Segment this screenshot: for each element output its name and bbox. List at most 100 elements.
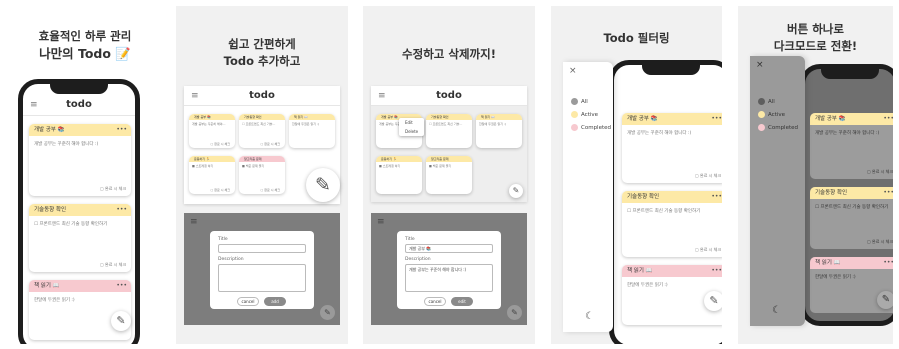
menu-icon[interactable]: ≡ <box>190 217 198 227</box>
caption-line-1: 버튼 하나로 <box>787 22 844 36</box>
filter-active-dot <box>758 111 765 118</box>
close-icon[interactable]: × <box>756 60 764 70</box>
app-title: todo <box>436 90 462 101</box>
filter-all-dot <box>571 98 578 105</box>
filter-active-label: Active <box>581 112 599 118</box>
more-icon[interactable]: ••• <box>116 124 127 136</box>
title-label: Title <box>218 237 228 242</box>
menu-icon[interactable]: ≡ <box>378 86 386 106</box>
context-delete-item[interactable]: Delete <box>399 127 424 136</box>
todo-card-header: 기술동향 확인 <box>239 114 285 120</box>
filter-completed-dot <box>571 124 578 131</box>
more-icon[interactable]: ••• <box>883 257 893 269</box>
edit-button[interactable]: edit <box>451 297 473 306</box>
filter-all-dot <box>758 98 765 105</box>
todo-card[interactable]: 책 읽기 📖 ••• 한달에 두권은 읽기 :) <box>29 280 131 340</box>
add-todo-button[interactable]: ✎ <box>507 305 522 320</box>
app-title: todo <box>66 99 92 110</box>
todo-card[interactable]: 개발 공부 📚 개발 공부는 꾸준히 해야… ▢ 완료 시 체크 <box>189 114 235 148</box>
todo-card-title: 기술동향 확인 <box>34 207 67 213</box>
todo-card[interactable]: 운동하기 🏃 ■ 스트레칭 하기 <box>376 156 422 194</box>
complete-checkbox[interactable]: ▢ 완료 시 체크 <box>100 262 126 268</box>
title-input[interactable] <box>218 244 306 253</box>
pen-icon: ✎ <box>709 294 719 307</box>
complete-checkbox[interactable]: ▢ 완료 시 체크 <box>867 239 893 245</box>
todo-card-title: 개발 공부 📚 <box>627 116 658 122</box>
close-icon[interactable]: × <box>569 66 577 76</box>
filter-completed-label: Completed <box>768 125 798 131</box>
todo-card-body: ■ 백준 문제 풀기 <box>242 164 265 168</box>
menu-icon[interactable]: ≡ <box>30 94 38 116</box>
filter-completed[interactable]: Completed <box>571 124 611 131</box>
phone-frame: 개발 공부 📚 ••• 개발 공부는 꾸준히 해야 합니다 :) ▢ 완료 시 체… <box>800 64 893 326</box>
todo-card-header: 개발 공부 📚 <box>189 114 235 120</box>
pen-icon: ✎ <box>511 308 518 317</box>
menu-icon[interactable]: ≡ <box>191 86 199 106</box>
filter-completed-label: Completed <box>581 125 611 131</box>
description-input[interactable]: 개발 공부는 꾸준히 해야 합니다 :) <box>405 264 493 292</box>
todo-card-body: ☐ 프론트엔드 최신 기술… <box>429 122 463 126</box>
complete-checkbox[interactable]: ▢ 완료 시 체크 <box>261 188 281 192</box>
todo-card[interactable]: 기술동향 확인 ••• ☐ 프론트엔드 최신 기술 동향 확인하기 ▢ 완료 시 … <box>810 187 893 249</box>
complete-checkbox[interactable]: ▢ 완료 시 체크 <box>211 142 231 146</box>
complete-checkbox[interactable]: ▢ 완료 시 체크 <box>695 173 721 179</box>
more-icon[interactable]: ••• <box>116 204 127 216</box>
filter-all[interactable]: All <box>758 98 775 105</box>
menu-icon[interactable]: ≡ <box>377 217 385 227</box>
todo-card[interactable]: 개발 공부 📚 ••• 개발 공부는 꾸준히 해야 합니다 :) ▢ 완료 시 체… <box>622 113 722 183</box>
more-icon[interactable]: ••• <box>711 113 722 125</box>
todo-card-header: 기술동향 확인 ••• <box>810 187 893 199</box>
add-todo-button[interactable]: ✎ <box>509 184 523 198</box>
complete-checkbox[interactable]: ▢ 완료 시 체크 <box>867 169 893 175</box>
more-icon[interactable]: ••• <box>116 280 127 292</box>
todo-card[interactable]: 개발 공부 📚 ••• 개발 공부는 꾸준히 해야 합니다 :) ▢ 완료 시 체… <box>810 113 893 179</box>
context-edit-item[interactable]: Edit <box>399 118 424 127</box>
add-todo-button[interactable]: ✎ <box>704 291 722 311</box>
complete-checkbox[interactable]: ▢ 완료 시 체크 <box>695 247 721 253</box>
todo-card[interactable]: 기술동향 확인 ••• ☐ 프론트엔드 최신 기술 동향 확인하기 ▢ 완료 시 … <box>622 191 722 257</box>
add-todo-button[interactable]: ✎ <box>306 168 340 202</box>
screenshot-panel-1: 효율적인 하루 관리 나만의 Todo 📝 ≡ todo 개발 공부 📚 ••• … <box>6 6 164 344</box>
desktop-screen-list: ≡ todo 개발 공부 📚 개발 공부는 꾸준히 해야… Edit Delet… <box>371 86 527 202</box>
todo-card-header: 운동하기 🏃 <box>376 156 422 162</box>
screenshot-panel-2: 쉽고 간편하게 Todo 추가하고 ≡ todo 개발 공부 📚 개발 공부는 … <box>176 6 348 344</box>
filter-all[interactable]: All <box>571 98 588 105</box>
todo-card[interactable]: 책 읽기 📖 한달에 두권은 읽기 :) <box>476 114 522 148</box>
todo-card[interactable]: 기술동향 확인 ••• ☐ 프론트엔드 최신 기술 동향 확인하기 ▢ 완료 시 … <box>29 204 131 272</box>
todo-card[interactable]: 개발 공부 📚 ••• 개발 공부는 꾸준히 해야 합니다 :) ▢ 완료 시 체… <box>29 124 131 196</box>
todo-card[interactable]: 책 읽기 📖 한달에 두권은 읽기 :) <box>289 114 335 148</box>
add-todo-button[interactable]: ✎ <box>111 311 131 331</box>
cancel-button[interactable]: cancel <box>424 297 446 306</box>
todo-card[interactable]: 기술동향 확인 ☐ 프론트엔드 최신 기술… <box>426 114 472 148</box>
add-todo-button[interactable]: ✎ <box>320 305 335 320</box>
add-button[interactable]: add <box>264 297 286 306</box>
complete-checkbox[interactable]: ▢ 완료 시 체크 <box>261 142 281 146</box>
more-icon[interactable]: ••• <box>711 265 722 277</box>
description-input[interactable] <box>218 264 306 292</box>
todo-card-body: 한달에 두권은 읽기 :) <box>815 275 856 280</box>
todo-card-title: 책 읽기 📖 <box>627 268 653 274</box>
title-input[interactable]: 개발 공부 📚 <box>405 244 493 253</box>
filter-completed[interactable]: Completed <box>758 124 798 131</box>
todo-card[interactable]: 알고리즘 문제 ■ 백준 문제 풀기 <box>426 156 472 194</box>
todo-card[interactable]: 알고리즘 문제 ■ 백준 문제 풀기 ▢ 완료 시 체크 <box>239 156 285 194</box>
moon-icon[interactable]: ☾ <box>772 305 781 316</box>
todo-card-header: 책 읽기 📖 ••• <box>622 265 722 277</box>
todo-card-title: 개발 공부 📚 <box>34 127 65 133</box>
todo-card-body: 한달에 두권은 읽기 :) <box>292 122 320 126</box>
filter-drawer: × All Active Completed ☾ <box>563 62 613 332</box>
todo-card[interactable]: 운동하기 🏃 ■ 스트레칭 하기 ▢ 완료 시 체크 <box>189 156 235 194</box>
more-icon[interactable]: ••• <box>883 113 893 125</box>
complete-checkbox[interactable]: ▢ 완료 시 체크 <box>211 188 231 192</box>
pen-icon: ✎ <box>116 314 126 327</box>
complete-checkbox[interactable]: ▢ 완료 시 체크 <box>100 186 126 192</box>
filter-active[interactable]: Active <box>758 111 785 118</box>
todo-card-header: 책 읽기 📖 ••• <box>29 280 131 292</box>
todo-card[interactable]: 기술동향 확인 ☐ 프론트엔드 최신 기술… ▢ 완료 시 체크 <box>239 114 285 148</box>
filter-active[interactable]: Active <box>571 111 598 118</box>
add-todo-button[interactable]: ✎ <box>877 291 893 309</box>
more-icon[interactable]: ••• <box>883 187 893 199</box>
more-icon[interactable]: ••• <box>711 191 722 203</box>
moon-icon[interactable]: ☾ <box>585 311 594 322</box>
cancel-button[interactable]: cancel <box>237 297 259 306</box>
